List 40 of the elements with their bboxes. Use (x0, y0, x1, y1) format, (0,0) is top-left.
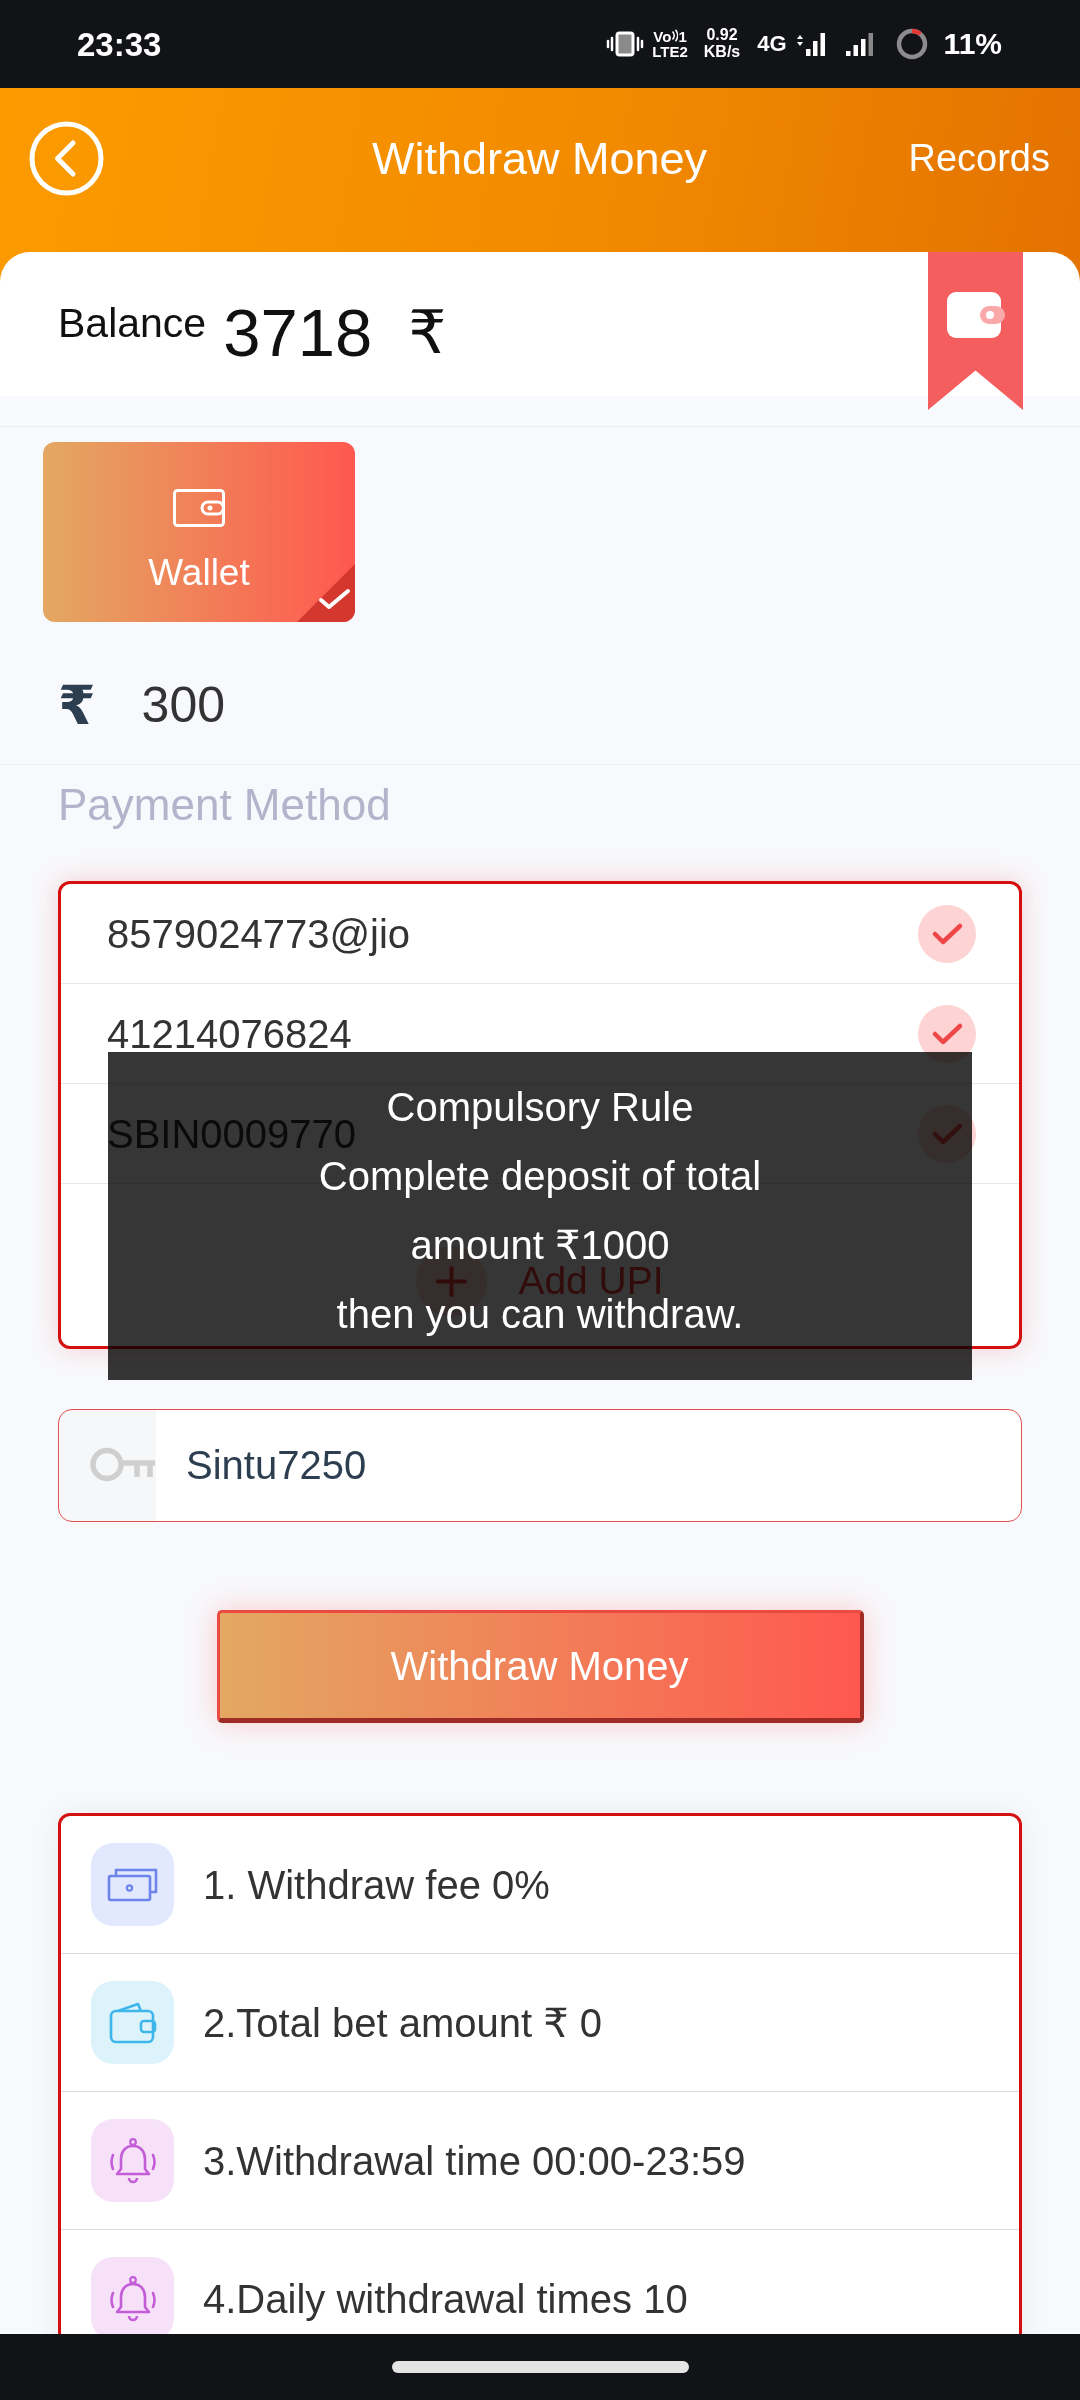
balance-label: Balance (58, 303, 207, 344)
amount-field[interactable]: 300 (141, 675, 442, 735)
rule-text: 2.Total bet amount ₹ 0 (203, 2002, 603, 2043)
wallet-option[interactable]: Wallet (43, 442, 355, 622)
vibrate-icon (606, 31, 645, 57)
signal-icon (795, 30, 827, 58)
withdraw-button[interactable]: Withdraw Money (216, 1610, 864, 1723)
page-title: Withdraw Money (371, 135, 708, 181)
cash-icon (91, 1843, 174, 1926)
battery-ring-icon (895, 28, 928, 60)
rule-text: 3.Withdrawal time 00:00-23:59 (203, 2140, 746, 2181)
currency-symbol: ₹ (58, 678, 96, 732)
currency-symbol: ₹ (408, 303, 447, 363)
volte-label: Vo (653, 29, 672, 44)
status-time: 23:33 (77, 27, 162, 61)
payment-detail-text: 41214076824 (107, 1013, 352, 1054)
section-label: Payment Method (58, 783, 391, 827)
network-type: 4G (757, 33, 787, 55)
wallet-icon (91, 1981, 174, 2064)
bell-icon (91, 2119, 174, 2202)
bell-icon (91, 2257, 174, 2334)
network-speed: 0.92 (706, 27, 738, 44)
toast-text: amount ₹1000 (410, 1226, 670, 1263)
back-icon[interactable] (29, 120, 104, 196)
rule-text: 4.Daily withdrawal times 10 (203, 2278, 688, 2319)
speed-unit: KB/s (703, 44, 741, 61)
payment-detail-text: 8579024773@jio (107, 913, 411, 954)
sim-number: 1 (678, 29, 687, 44)
wallet-icon (173, 489, 225, 527)
wallet-icon (945, 291, 1006, 341)
check-corner-icon (297, 564, 355, 622)
battery-percent: 11% (943, 29, 1002, 59)
rule-text: 1. Withdraw fee 0% (203, 1864, 550, 1905)
lte-label: LTE2 (652, 44, 688, 59)
signal-icon (844, 30, 876, 58)
records-link[interactable]: Records (908, 139, 1050, 177)
balance-amount: 3718 (223, 299, 373, 366)
wave-icon (671, 29, 679, 42)
key-icon (90, 1446, 157, 1483)
password-field[interactable]: Sintu7250 (58, 1409, 1022, 1522)
